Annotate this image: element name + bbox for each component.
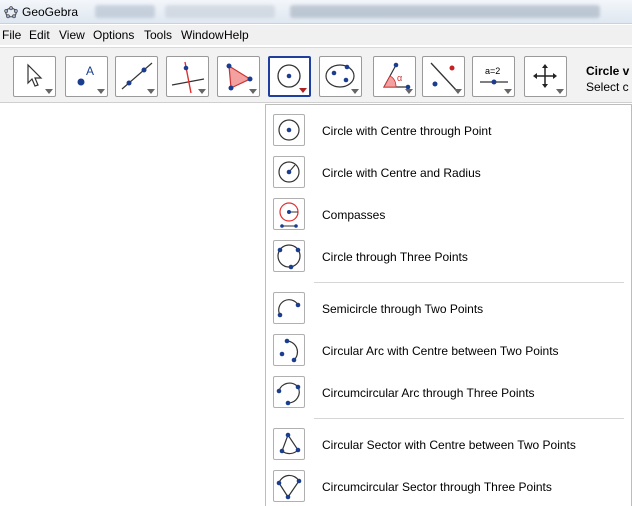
circle-centre-point-icon	[273, 114, 305, 146]
tool-angle[interactable]: α	[373, 56, 416, 97]
tool-perpendicular[interactable]	[166, 56, 209, 97]
menu-item-label: Circular Sector with Centre between Two …	[322, 438, 576, 452]
tool-dropdown-arrow-icon	[299, 88, 307, 93]
menu-item-label: Semicircle through Two Points	[322, 302, 484, 316]
tool-dropdown-arrow-icon	[504, 89, 512, 94]
tool-dropdown-arrow-icon	[405, 89, 413, 94]
menu-item-label: Compasses	[322, 208, 386, 222]
tool-reflect[interactable]	[422, 56, 465, 97]
tool-dropdown-arrow-icon	[97, 89, 105, 94]
tool-dropdown-arrow-icon	[198, 89, 206, 94]
menu-circle-three-points[interactable]: Circle through Three Points	[266, 237, 631, 277]
window-title: GeoGebra	[22, 5, 79, 19]
tool-slider[interactable]: a=2	[472, 56, 515, 97]
menu-item-label: Circular Arc with Centre between Two Poi…	[322, 344, 559, 358]
tool-move-graphics[interactable]	[524, 56, 567, 97]
tool-point[interactable]: A	[65, 56, 108, 97]
menu-tools[interactable]: Tools	[144, 28, 172, 42]
circumcircular-arc-icon	[273, 376, 305, 408]
tool-help-subtitle: Select c	[586, 80, 629, 94]
menu-circle-centre-radius[interactable]: Circle with Centre and Radius	[266, 153, 631, 193]
semicircle-icon	[273, 292, 305, 324]
tool-dropdown-arrow-icon	[454, 89, 462, 94]
blurred-taskbar-area	[290, 5, 600, 18]
blurred-taskbar-area	[95, 5, 155, 18]
menu-item-label: Circumcircular Arc through Three Points	[322, 386, 535, 400]
menu-circle-centre-through-point[interactable]: Circle with Centre through Point	[266, 111, 631, 151]
menu-semicircle[interactable]: Semicircle through Two Points	[266, 289, 631, 329]
menu-item-label: Circumcircular Sector through Three Poin…	[322, 480, 552, 494]
menu-bar: File Edit View Options Tools Window Help	[0, 25, 632, 45]
menu-item-label: Circle with Centre and Radius	[322, 166, 481, 180]
circle-tools-dropdown: Circle with Centre through Point Circle …	[265, 104, 632, 506]
menu-separator	[314, 418, 624, 419]
tool-circle[interactable]	[268, 56, 311, 97]
toolbar: A α a=2	[0, 47, 632, 103]
circumcircular-sector-icon	[273, 470, 305, 502]
circle-three-points-icon	[273, 240, 305, 272]
menu-circular-arc[interactable]: Circular Arc with Centre between Two Poi…	[266, 331, 631, 371]
tool-line[interactable]	[115, 56, 158, 97]
menu-circumcircular-sector[interactable]: Circumcircular Sector through Three Poin…	[266, 467, 631, 506]
menu-item-label: Circle through Three Points	[322, 250, 468, 264]
menu-compasses[interactable]: Compasses	[266, 195, 631, 235]
menu-options[interactable]: Options	[93, 28, 134, 42]
tool-ellipse[interactable]	[319, 56, 362, 97]
tool-dropdown-arrow-icon	[249, 89, 257, 94]
circular-sector-icon	[273, 428, 305, 460]
svg-text:α: α	[397, 73, 402, 83]
tool-dropdown-arrow-icon	[351, 89, 359, 94]
tool-dropdown-arrow-icon	[556, 89, 564, 94]
compasses-icon	[273, 198, 305, 230]
geogebra-logo-icon	[4, 6, 18, 19]
tool-move[interactable]	[13, 56, 56, 97]
slider-icon-label: a=2	[485, 66, 500, 76]
tool-polygon[interactable]	[217, 56, 260, 97]
tool-dropdown-arrow-icon	[45, 89, 53, 94]
menu-view[interactable]: View	[59, 28, 85, 42]
menu-circular-sector[interactable]: Circular Sector with Centre between Two …	[266, 425, 631, 465]
tool-dropdown-arrow-icon	[147, 89, 155, 94]
menu-item-label: Circle with Centre through Point	[322, 124, 492, 138]
circle-centre-radius-icon	[273, 156, 305, 188]
menu-edit[interactable]: Edit	[29, 28, 50, 42]
menu-window[interactable]: Window	[181, 28, 224, 42]
svg-text:A: A	[86, 64, 94, 78]
menu-separator	[314, 282, 624, 283]
tool-help-panel: Circle v Select c	[586, 64, 629, 94]
menu-circumcircular-arc[interactable]: Circumcircular Arc through Three Points	[266, 373, 631, 413]
circular-arc-icon	[273, 334, 305, 366]
tool-help-title: Circle v	[586, 64, 630, 78]
title-bar: GeoGebra	[0, 0, 632, 24]
blurred-taskbar-area	[165, 5, 275, 18]
menu-help[interactable]: Help	[224, 28, 249, 42]
menu-file[interactable]: File	[2, 28, 21, 42]
